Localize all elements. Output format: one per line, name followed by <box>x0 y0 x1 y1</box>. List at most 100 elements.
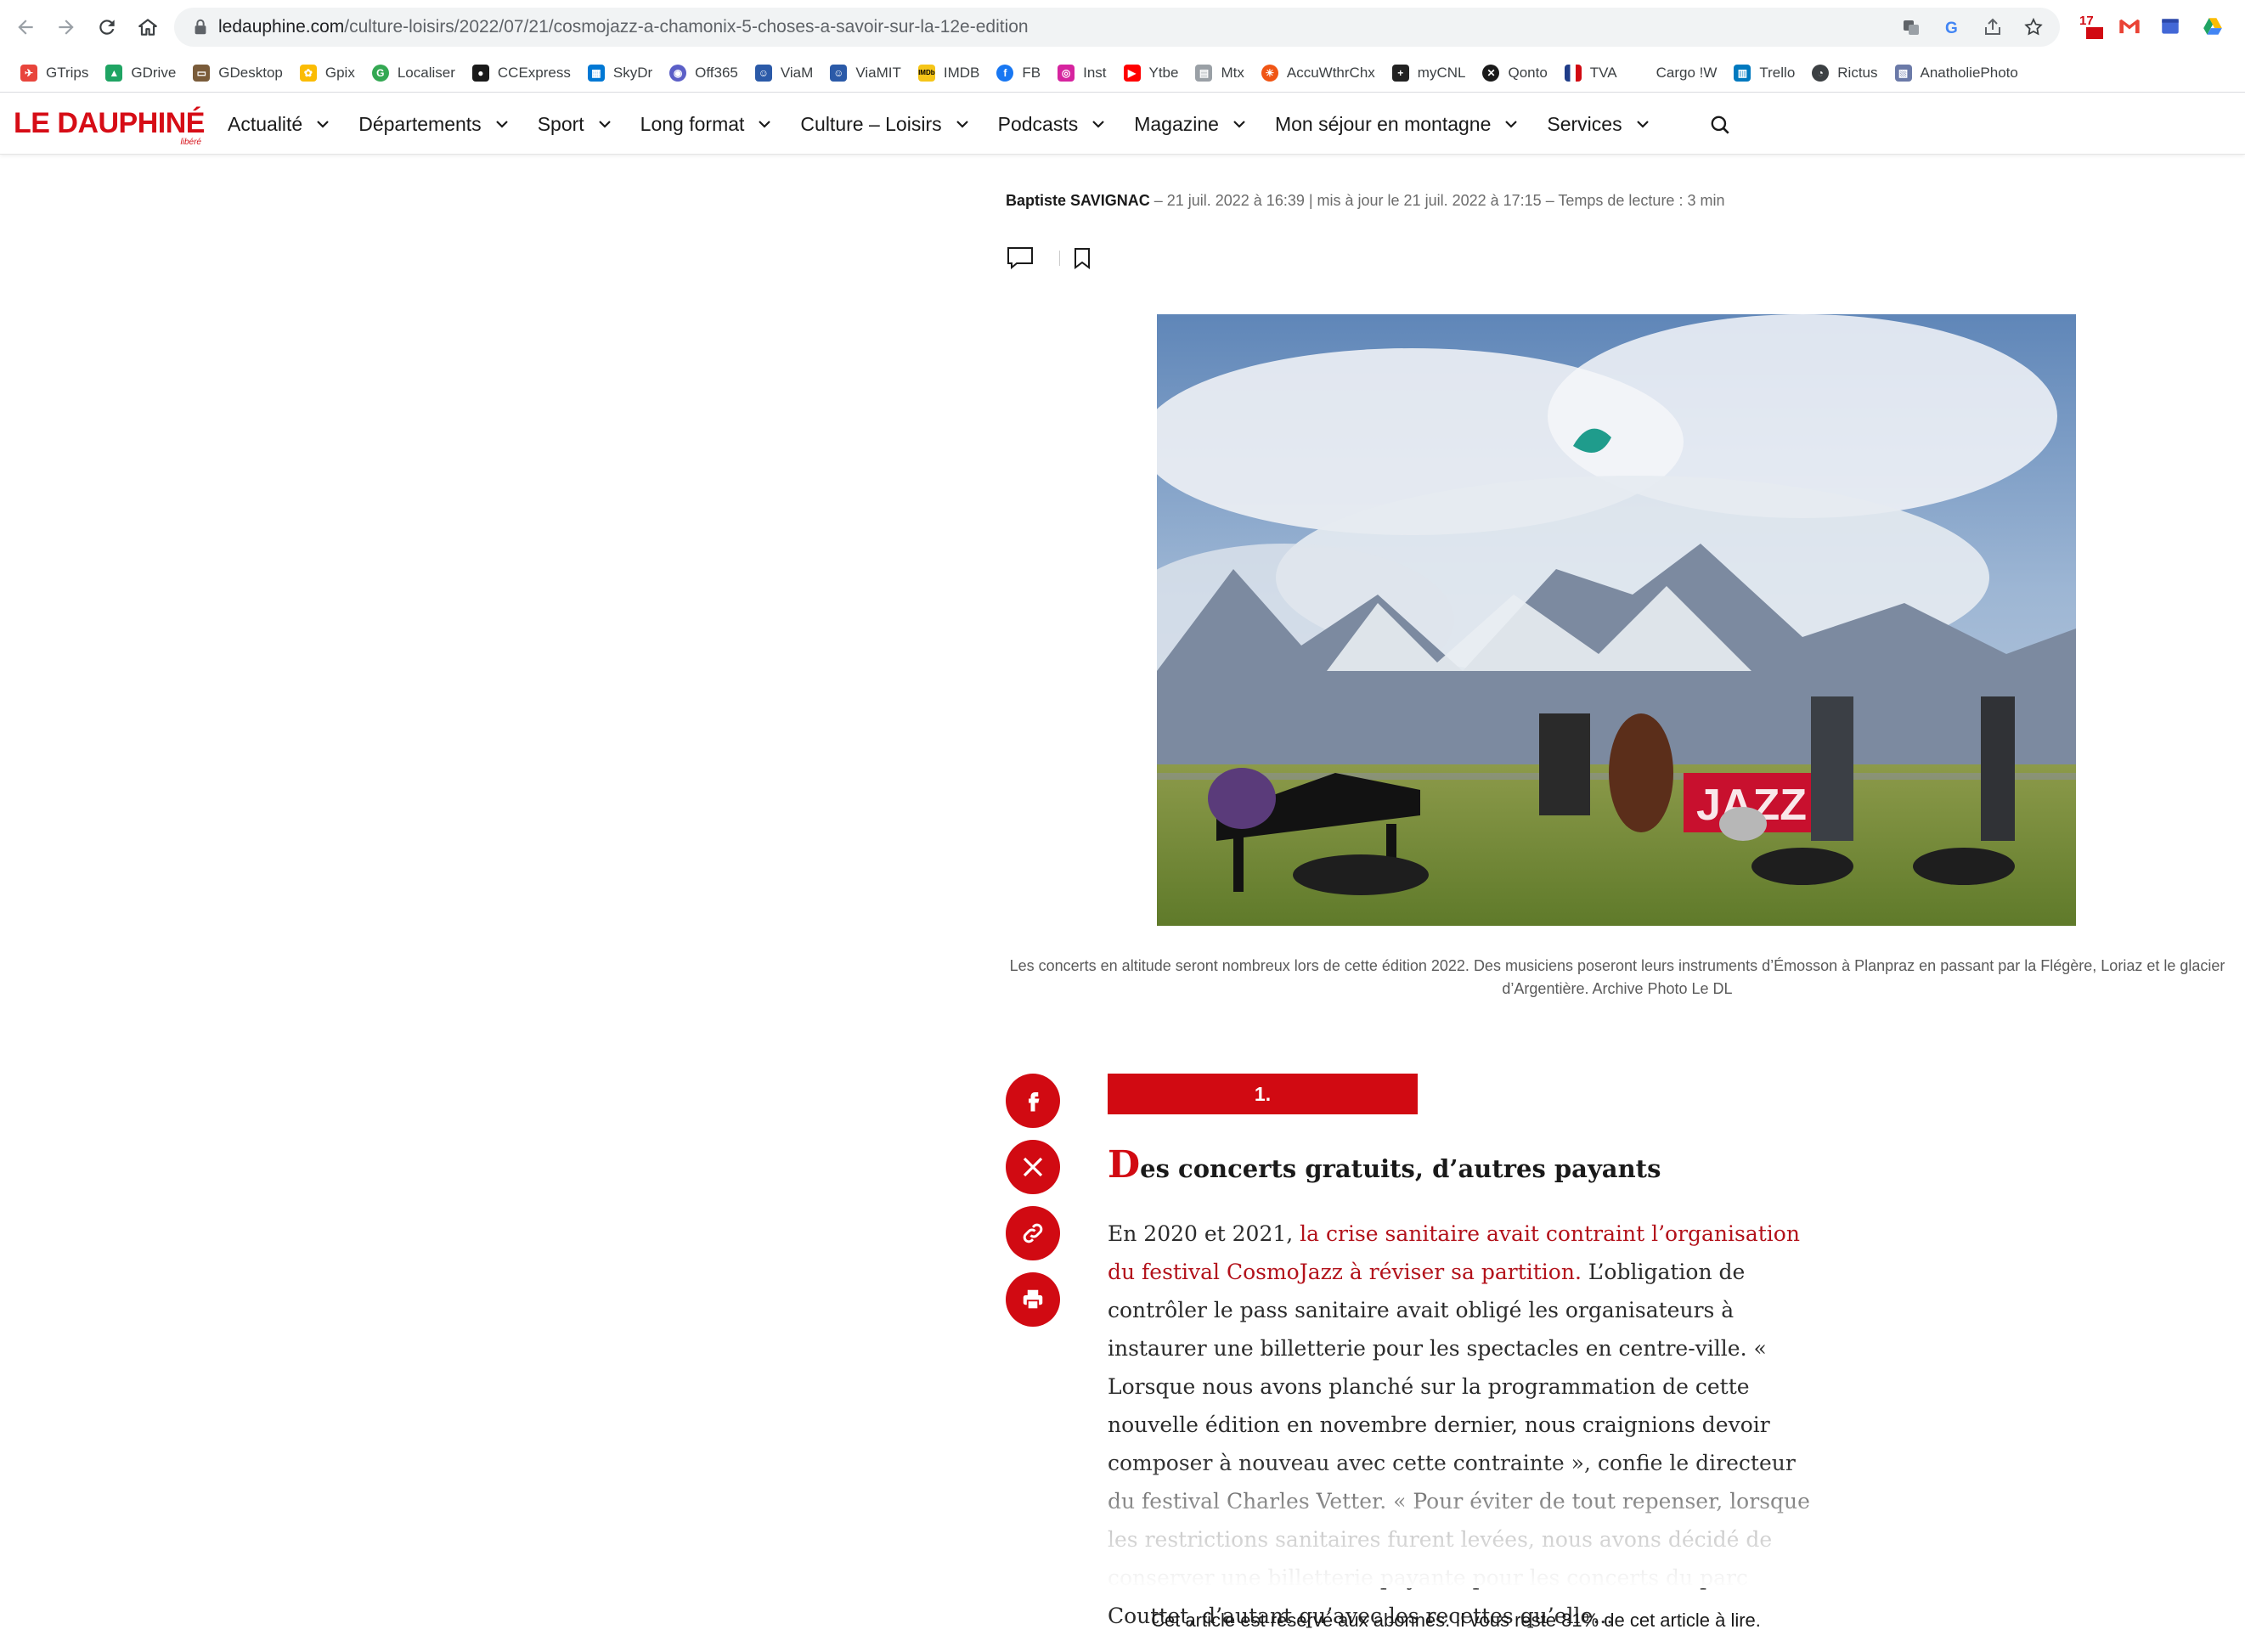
translate-icon[interactable] <box>1900 16 1922 38</box>
share-icon[interactable] <box>1982 16 2004 38</box>
link-icon <box>1023 1223 1043 1243</box>
bookmark-cargo[interactable]: Cargo !W <box>1627 54 1728 93</box>
off365-icon: ◉ <box>669 64 687 82</box>
bookmark-localiser[interactable]: G Localiser <box>365 54 465 93</box>
google-icon[interactable]: G <box>1941 16 1963 38</box>
bookmark-inst[interactable]: ◎ Inst <box>1051 54 1116 93</box>
facebook-icon: f <box>996 64 1014 82</box>
article-meta: – 21 juil. 2022 à 16:39 | mis à jour le … <box>1149 192 1725 209</box>
home-icon[interactable] <box>131 10 165 44</box>
paywall-notice: Cet article est réservé aux abonnés. Il … <box>1151 1610 1761 1631</box>
share-facebook-button[interactable] <box>1006 1074 1060 1128</box>
comment-icon[interactable] <box>1007 246 1034 270</box>
bookmark-fb[interactable]: f FB <box>990 54 1051 93</box>
chevron-down-icon <box>495 121 508 128</box>
skydr-icon: ▦ <box>587 64 605 82</box>
author-name[interactable]: Baptiste SAVIGNAC <box>1006 192 1150 209</box>
viam-icon: ☺ <box>754 64 772 82</box>
bookmark-anatholiephoto[interactable]: ▧ AnatholiePhoto <box>1888 54 2028 93</box>
copy-link-button[interactable] <box>1006 1206 1060 1260</box>
browser-toolbar: ledauphine.com/culture-loisirs/2022/07/2… <box>0 0 2245 54</box>
menu-magazine[interactable]: Magazine <box>1134 113 1246 136</box>
gmail-icon[interactable] <box>2115 12 2144 41</box>
bookmark-gdrive[interactable]: ▲ GDrive <box>99 54 186 93</box>
lock-icon[interactable] <box>191 18 210 37</box>
youtube-icon: ▶ <box>1123 64 1141 82</box>
bookmark-ytbe[interactable]: ▶ Ytbe <box>1117 54 1189 93</box>
paywall-fade <box>1096 1461 1843 1588</box>
drive-extension-icon[interactable] <box>2198 12 2227 41</box>
bookmark-rictus[interactable]: ◔ Rictus <box>1805 54 1887 93</box>
chevron-down-icon <box>1636 121 1649 128</box>
gpix-icon: ✿ <box>299 64 317 82</box>
bookmarks-bar: ✈ GTrips ▲ GDrive ▭ GDesktop ✿ Gpix G Localis… <box>0 54 2245 93</box>
tva-icon <box>1564 64 1582 82</box>
bookmark-qonto[interactable]: ✕ Qonto <box>1475 54 1557 93</box>
bookmark-accuwthrchx[interactable]: ☀ AccuWthrChx <box>1255 54 1385 93</box>
section-title: Des concerts gratuits, d’autres payants <box>1108 1143 1661 1187</box>
qonto-icon: ✕ <box>1482 64 1500 82</box>
section-number-banner: 1. <box>1108 1074 1418 1114</box>
omnibox[interactable]: ledauphine.com/culture-loisirs/2022/07/2… <box>174 8 2060 47</box>
site-header: LE DAUPHINÉ libéré Actualité Département… <box>0 93 2245 155</box>
article-actions <box>1007 246 1091 270</box>
menu-long-format[interactable]: Long format <box>640 113 772 136</box>
menu-culture-loisirs[interactable]: Culture – Loisirs <box>800 113 968 136</box>
gdrive-icon: ▲ <box>105 64 123 82</box>
chevron-down-icon <box>1233 121 1245 128</box>
menu-departements[interactable]: Départements <box>358 113 508 136</box>
url-text[interactable]: ledauphine.com/culture-loisirs/2022/07/2… <box>218 8 1029 47</box>
menu-podcasts[interactable]: Podcasts <box>998 113 1106 136</box>
bookmark-viam[interactable]: ☺ ViaM <box>748 54 823 93</box>
back-arrow-icon[interactable] <box>8 10 42 44</box>
svg-text:G: G <box>1945 20 1958 37</box>
ccexpress-icon: ● <box>471 64 489 82</box>
chevron-down-icon <box>759 121 771 128</box>
mtx-icon: ▤ <box>1195 64 1213 82</box>
bookmark-imdb[interactable]: IMDb IMDB <box>911 54 990 93</box>
share-x-button[interactable] <box>1006 1140 1060 1194</box>
chevron-down-icon <box>1092 121 1104 128</box>
bookmark-gpix[interactable]: ✿ Gpix <box>293 54 365 93</box>
site-logo[interactable]: LE DAUPHINÉ libéré <box>14 107 205 147</box>
imdb-icon: IMDb <box>917 64 935 82</box>
menu-mon-sejour-en-montagne[interactable]: Mon séjour en montagne <box>1275 113 1518 136</box>
bookmark-viamit[interactable]: ☺ ViaMIT <box>823 54 911 93</box>
article-byline: Baptiste SAVIGNAC – 21 juil. 2022 à 16:3… <box>1006 192 1724 210</box>
print-icon <box>1023 1289 1043 1311</box>
photo-caption: Les concerts en altitude seront nombreux… <box>1009 957 2225 997</box>
search-icon[interactable] <box>1709 114 1731 136</box>
chevron-down-icon <box>1505 121 1518 128</box>
trello-icon: ▥ <box>1734 64 1751 82</box>
forward-arrow-icon[interactable] <box>49 10 83 44</box>
menu-actualite[interactable]: Actualité <box>228 113 330 136</box>
bookmark-off365[interactable]: ◉ Off365 <box>663 54 748 93</box>
bookmark-ccexpress[interactable]: ● CCExpress <box>465 54 581 93</box>
window-extension-icon[interactable] <box>2156 12 2185 41</box>
actions-divider <box>1059 251 1060 266</box>
x-icon <box>1023 1157 1043 1177</box>
viamit-icon: ☺ <box>830 64 848 82</box>
menu-services[interactable]: Services <box>1547 113 1649 136</box>
localiser-icon: G <box>371 64 389 82</box>
bookmark-skydr[interactable]: ▦ SkyDr <box>581 54 663 93</box>
print-button[interactable] <box>1006 1272 1060 1327</box>
section-drop-cap: D <box>1108 1143 1141 1187</box>
bookmark-trello[interactable]: ▥ Trello <box>1727 54 1805 93</box>
gdesktop-icon: ▭ <box>193 64 211 82</box>
accuweather-icon: ☀ <box>1261 64 1278 82</box>
bookmark-mycnl[interactable]: + myCNL <box>1385 54 1476 93</box>
bookmark-gdesktop[interactable]: ▭ GDesktop <box>186 54 293 93</box>
bookmark-tva[interactable]: TVA <box>1558 54 1627 93</box>
bookmark-mtx[interactable]: ▤ Mtx <box>1188 54 1254 93</box>
instagram-icon: ◎ <box>1058 64 1075 82</box>
bookmark-star-icon[interactable] <box>2022 16 2045 38</box>
bookmark-icon[interactable] <box>1074 247 1091 269</box>
menu-sport[interactable]: Sport <box>538 113 612 136</box>
mycnl-icon: + <box>1391 64 1409 82</box>
reload-icon[interactable] <box>90 10 124 44</box>
logo-text: LE DAUPHINÉ <box>14 107 205 139</box>
article-photo: JAZZ <box>1157 314 2076 926</box>
bookmark-gtrips[interactable]: ✈ GTrips <box>14 54 99 93</box>
calendar-extension-icon[interactable]: 17 <box>2078 12 2107 41</box>
